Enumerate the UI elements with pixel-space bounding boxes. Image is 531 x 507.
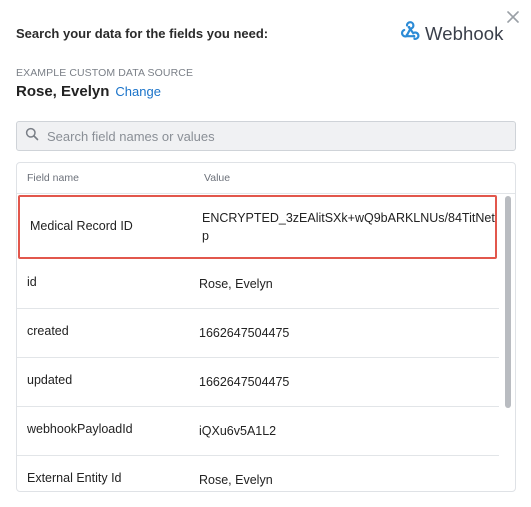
table-row[interactable]: created 1662647504475 <box>17 309 499 358</box>
field-value-cell: iQXu6v5A1L2 <box>199 424 277 438</box>
field-name-cell: created <box>27 324 69 338</box>
field-value-cell: 1662647504475 <box>199 326 290 340</box>
search-input[interactable] <box>45 127 499 145</box>
brand-name: Webhook <box>425 22 504 44</box>
column-header-field-name: Field name <box>27 172 79 184</box>
webhook-brand: Webhook <box>398 20 504 47</box>
data-source-name: Rose, Evelyn <box>16 83 110 100</box>
field-name-cell: id <box>27 275 37 289</box>
column-header-value: Value <box>204 172 231 184</box>
field-value-cell: Rose, Evelyn <box>199 277 273 291</box>
data-source-row: Rose, Evelyn Change <box>16 83 161 100</box>
table-scrollbar[interactable] <box>501 193 515 491</box>
table-row[interactable]: webhookPayloadId iQXu6v5A1L2 <box>17 407 499 456</box>
field-picker-panel: Search your data for the fields you need… <box>0 0 531 507</box>
scrollbar-thumb[interactable] <box>505 196 511 408</box>
table-row[interactable]: updated 1662647504475 <box>17 358 499 407</box>
data-source-caption: EXAMPLE CUSTOM DATA SOURCE <box>16 67 194 79</box>
field-name-cell: updated <box>27 373 73 387</box>
field-value-cell: Rose, Evelyn <box>199 473 273 487</box>
panel-title: Search your data for the fields you need… <box>16 26 269 41</box>
search-box[interactable] <box>16 121 516 151</box>
fields-table: Field name Value Medical Record ID ENCRY… <box>16 162 516 492</box>
table-row-selected[interactable]: Medical Record ID ENCRYPTED_3zEAlitSXk+w… <box>18 195 497 259</box>
field-name-cell: Medical Record ID <box>30 219 133 233</box>
field-value-cell: ENCRYPTED_3zEAlitSXk+wQ9bARKLNUs/84TitNe… <box>202 211 495 243</box>
search-icon <box>25 127 39 146</box>
field-name-cell: webhookPayloadId <box>27 422 133 436</box>
table-header: Field name Value <box>17 163 515 194</box>
field-value-cell: 1662647504475 <box>199 375 290 389</box>
field-name-cell: External Entity Id <box>27 471 122 485</box>
table-row[interactable]: External Entity Id Rose, Evelyn <box>17 456 499 491</box>
change-link[interactable]: Change <box>115 84 161 99</box>
close-icon[interactable] <box>505 9 521 25</box>
table-row[interactable]: id Rose, Evelyn <box>17 260 499 309</box>
webhook-icon <box>398 20 420 47</box>
